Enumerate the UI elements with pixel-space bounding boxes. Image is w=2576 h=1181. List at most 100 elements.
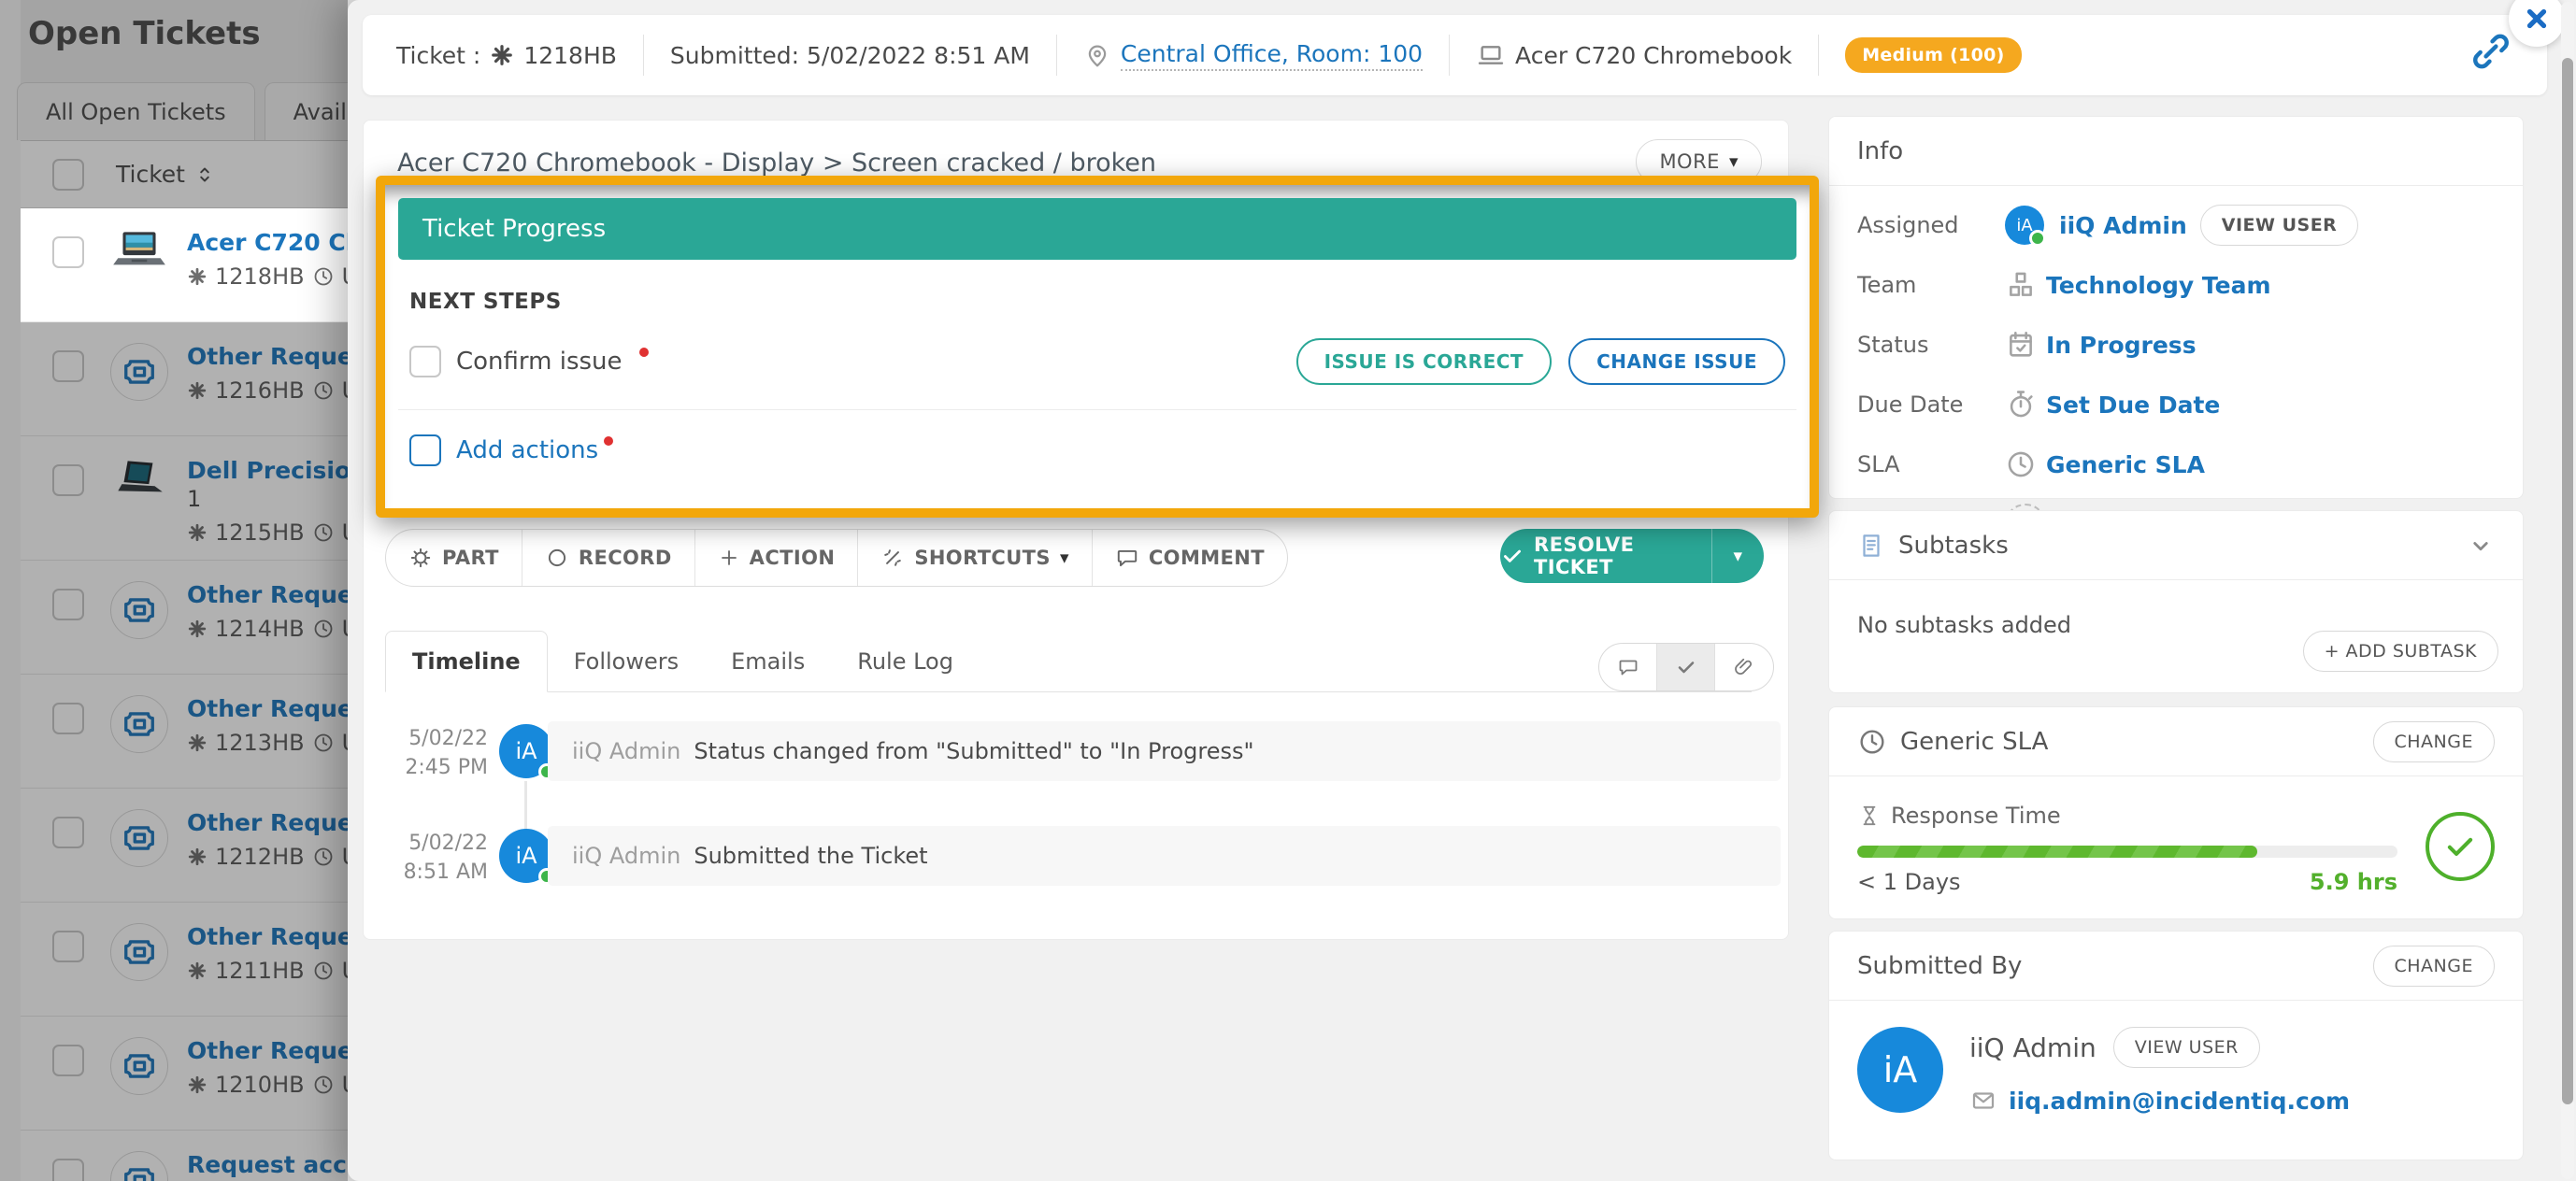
avatar: iA <box>2005 206 2044 245</box>
sla-met-check-icon <box>2426 812 2495 881</box>
clock-icon <box>312 265 335 288</box>
sla-label: SLA <box>1857 451 2005 477</box>
copy-link-icon[interactable] <box>2469 30 2512 73</box>
record-label: RECORD <box>579 547 672 569</box>
change-submitter-button[interactable]: CHANGE <box>2373 946 2496 987</box>
record-button[interactable]: RECORD <box>522 530 695 586</box>
timeline-date: 5/02/22 <box>366 724 488 753</box>
divider <box>1449 35 1450 76</box>
info-card-title: Info <box>1857 137 1903 165</box>
gear-icon <box>408 546 433 570</box>
avatar: iA <box>1857 1027 1943 1113</box>
action-button[interactable]: ACTION <box>695 530 859 586</box>
row-checkbox[interactable] <box>52 236 84 268</box>
acer-laptop-thumbnail <box>108 229 170 276</box>
paperclip-icon <box>1733 656 1755 678</box>
clock-icon <box>2005 448 2037 480</box>
required-dot <box>639 348 649 357</box>
divider <box>1818 35 1819 76</box>
resolve-label: RESOLVE TICKET <box>1534 534 1711 578</box>
ticket-progress-highlight: Ticket Progress NEXT STEPS Confirm issue… <box>376 176 1819 518</box>
avatar-initials: iA <box>1883 1049 1918 1090</box>
avatar: iA <box>499 724 553 778</box>
timeline-time: 2:45 PM <box>366 753 488 782</box>
shortcuts-button[interactable]: SHORTCUTS ▾ <box>858 530 1093 586</box>
sla-elapsed: 5.9 hrs <box>2310 869 2397 895</box>
status-link[interactable]: In Progress <box>2046 332 2197 359</box>
comment-icon <box>1115 546 1139 570</box>
confirm-issue-checkbox[interactable] <box>409 346 441 377</box>
divider <box>1056 35 1057 76</box>
comment-button[interactable]: COMMENT <box>1093 530 1287 586</box>
sla-target: < 1 Days <box>1857 869 1961 895</box>
timeline-user: iiQ Admin <box>572 738 680 764</box>
add-actions-link[interactable]: Add actions <box>456 436 598 464</box>
avatar-initials: iA <box>515 738 537 764</box>
scrollbar-thumb[interactable] <box>2562 58 2573 1104</box>
open-tickets-sidebar: Open Tickets All Open Tickets Available … <box>0 0 348 1181</box>
info-card: Info Assigned iA iiQ Admin VIEW USER Tea… <box>1828 116 2524 499</box>
view-user-button[interactable]: VIEW USER <box>2200 205 2359 246</box>
check-icon <box>1500 544 1524 568</box>
resolve-ticket-button[interactable]: RESOLVE TICKET ▾ <box>1500 529 1764 583</box>
ticket-row-1218HB[interactable]: Acer C720 Chro 1218HBUp <box>21 208 348 322</box>
timeline-entry: iiQ Admin Submitted the Ticket <box>548 826 1781 886</box>
issue-is-correct-button[interactable]: ISSUE IS CORRECT <box>1296 338 1553 385</box>
caret-down-icon: ▾ <box>1734 546 1743 566</box>
sla-link[interactable]: Generic SLA <box>2046 451 2205 478</box>
team-label: Team <box>1857 272 2005 298</box>
status-calendar-icon <box>2005 329 2037 361</box>
comment-icon <box>1617 656 1639 678</box>
location-link[interactable]: Central Office, Room: 100 <box>1121 40 1423 71</box>
add-actions-checkbox[interactable] <box>409 434 441 466</box>
change-sla-button[interactable]: CHANGE <box>2373 721 2496 762</box>
tab-timeline[interactable]: Timeline <box>385 631 548 692</box>
timeline-user: iiQ Admin <box>572 843 680 869</box>
modal-backdrop <box>0 0 348 1181</box>
ticket-issue-title: Acer C720 Chromebook - Display > Screen … <box>397 149 1612 178</box>
assigned-user-link[interactable]: iiQ Admin <box>2059 212 2187 239</box>
modal-scrollbar[interactable] <box>2561 2 2574 1179</box>
assigned-label: Assigned <box>1857 212 2005 238</box>
subtasks-title: Subtasks <box>1898 532 2009 560</box>
set-due-date-link[interactable]: Set Due Date <box>2046 391 2220 419</box>
submitted-by-card: Submitted By CHANGE iA iiQ Admin VIEW US… <box>1828 931 2524 1160</box>
ticket-detail-modal: Ticket : 1218HB Submitted: 5/02/2022 8:5… <box>348 0 2576 1181</box>
stopwatch-icon <box>2005 389 2037 420</box>
submitter-email-link[interactable]: iiq.admin@incidentiq.com <box>2009 1088 2350 1115</box>
avatar-initials: iA <box>515 843 537 869</box>
plus-icon <box>718 547 740 569</box>
ticket-label: Ticket : <box>396 42 480 69</box>
view-user-button[interactable]: VIEW USER <box>2113 1027 2260 1068</box>
mail-icon <box>1969 1087 1997 1115</box>
submitted-datetime: Submitted: 5/02/2022 8:51 AM <box>670 42 1030 69</box>
due-date-label: Due Date <box>1857 391 2005 418</box>
tab-followers[interactable]: Followers <box>548 632 705 691</box>
timeline-timestamp: 5/02/22 8:51 AM <box>366 829 488 887</box>
chevron-down-icon[interactable] <box>2467 532 2495 560</box>
ticket-row-title[interactable]: Acer C720 Chro <box>187 229 348 256</box>
part-button[interactable]: PART <box>386 530 522 586</box>
divider <box>398 409 1796 410</box>
laptop-icon <box>1476 40 1506 70</box>
filter-events-button[interactable] <box>1657 644 1715 690</box>
resolve-dropdown-toggle[interactable]: ▾ <box>1711 529 1764 583</box>
team-link[interactable]: Technology Team <box>2046 272 2271 299</box>
clock-icon <box>1857 727 1887 757</box>
timeline-text: Status changed from "Submitted" to "In P… <box>694 738 1253 764</box>
caret-down-icon: ▾ <box>1729 151 1739 172</box>
location-pin-icon <box>1083 41 1111 69</box>
filter-comments-button[interactable] <box>1599 644 1657 690</box>
ticket-number-icon <box>187 266 208 287</box>
add-subtask-button[interactable]: + ADD SUBTASK <box>2303 631 2498 672</box>
activity-tabs: Timeline Followers Emails Rule Log <box>385 632 1752 692</box>
tab-rule-log[interactable]: Rule Log <box>831 632 980 691</box>
sla-card-title: Generic SLA <box>1900 728 2048 756</box>
timeline-time: 8:51 AM <box>366 858 488 887</box>
tab-emails[interactable]: Emails <box>705 632 831 691</box>
filter-attachments-button[interactable] <box>1715 644 1773 690</box>
ticket-id: 1218HB <box>523 42 617 69</box>
check-icon <box>1675 656 1697 678</box>
change-issue-button[interactable]: CHANGE ISSUE <box>1568 338 1785 385</box>
ticket-header-bar: Ticket : 1218HB Submitted: 5/02/2022 8:5… <box>363 15 2547 95</box>
